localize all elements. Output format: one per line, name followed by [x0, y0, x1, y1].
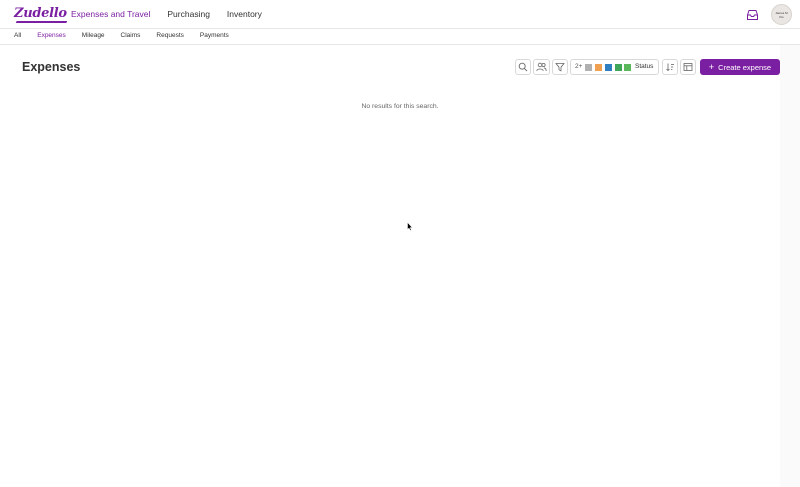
search-button[interactable] — [515, 59, 531, 75]
status-filter[interactable]: 2+ Status — [570, 59, 659, 75]
top-nav-inventory[interactable]: Inventory — [227, 9, 262, 19]
status-filter-count: 2+ — [575, 63, 583, 70]
scrollbar[interactable] — [780, 45, 800, 487]
top-bar: Zudello Expenses and Travel Purchasing I… — [0, 0, 800, 29]
sort-button[interactable] — [662, 59, 678, 75]
create-expense-label: Create expense — [718, 62, 772, 72]
search-icon — [518, 62, 528, 72]
status-filter-label: Status — [635, 63, 654, 70]
tab-mileage[interactable]: Mileage — [82, 32, 105, 39]
page-title: Expenses — [22, 60, 81, 74]
tab-expenses[interactable]: Expenses — [37, 32, 66, 39]
tab-payments[interactable]: Payments — [200, 32, 229, 39]
filter-button[interactable] — [552, 59, 568, 75]
tab-all[interactable]: All — [14, 32, 21, 39]
top-nav-purchasing[interactable]: Purchasing — [167, 9, 210, 19]
filter-icon — [555, 63, 565, 72]
status-swatch-green — [615, 64, 622, 71]
status-swatch-grey — [585, 64, 592, 71]
status-swatch-blue — [605, 64, 612, 71]
status-swatch-light-green — [624, 64, 631, 71]
zudello-logo[interactable]: Zudello — [14, 6, 67, 21]
avatar-name-line2: Flo — [779, 15, 784, 19]
empty-results-message: No results for this search. — [361, 103, 439, 110]
status-swatch-orange — [595, 64, 602, 71]
people-icon — [536, 62, 547, 72]
columns-button[interactable] — [680, 59, 696, 75]
avatar[interactable]: James M Flo — [771, 4, 792, 25]
inbox-icon[interactable] — [746, 8, 759, 20]
sort-icon — [666, 63, 674, 72]
create-expense-button[interactable]: + Create expense — [700, 59, 780, 75]
columns-icon — [683, 63, 693, 71]
top-nav-expenses-and-travel[interactable]: Expenses and Travel — [71, 9, 150, 19]
plus-icon: + — [708, 61, 715, 72]
top-nav: Expenses and Travel Purchasing Inventory — [71, 9, 262, 19]
tab-requests[interactable]: Requests — [156, 32, 183, 39]
mouse-cursor-icon — [407, 222, 413, 231]
sub-nav: All Expenses Mileage Claims Requests Pay… — [0, 29, 800, 45]
people-filter-button[interactable] — [533, 59, 550, 75]
tab-claims[interactable]: Claims — [121, 32, 141, 39]
